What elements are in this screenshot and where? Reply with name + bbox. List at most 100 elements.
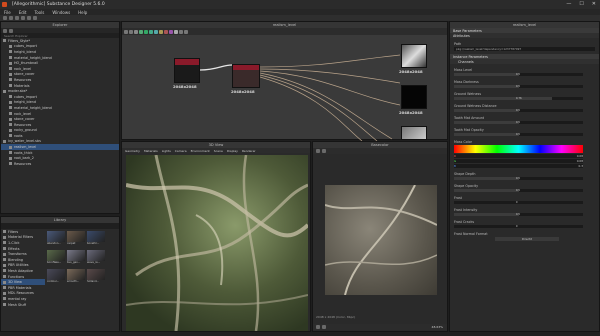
param-slider[interactable]: 0.76 xyxy=(454,97,583,100)
new-icon[interactable] xyxy=(3,16,7,20)
library-thumbnail[interactable]: holland... xyxy=(87,269,105,286)
graph-tool-icon[interactable] xyxy=(149,29,153,34)
fit-icon[interactable] xyxy=(316,149,320,153)
menu-windows[interactable]: Windows xyxy=(52,10,70,15)
slider-value[interactable]: 0.5 xyxy=(516,85,520,88)
graph-tool-icon[interactable] xyxy=(179,29,183,34)
graph-tool-icon[interactable] xyxy=(124,29,128,34)
graph-tool-icon[interactable] xyxy=(139,29,143,34)
param-slider[interactable]: 0.5 xyxy=(454,85,583,88)
param-label: Ground Wetness xyxy=(454,92,482,96)
slider-value[interactable]: 0.5 xyxy=(516,177,520,180)
param-slider[interactable]: 0.5 xyxy=(454,73,583,76)
save-all-icon[interactable] xyxy=(21,16,25,20)
param-slider[interactable]: 0 xyxy=(454,225,583,228)
slider-fill xyxy=(454,133,519,136)
color-r-value[interactable]: 0.08 xyxy=(577,154,583,158)
library-category[interactable]: Mesh Stuff xyxy=(1,302,45,308)
param-slider[interactable]: 0.5 xyxy=(454,109,583,112)
library-thumbnail[interactable]: smooth... xyxy=(67,269,85,286)
menu-geometry[interactable]: Geometry xyxy=(125,149,140,153)
slider-value[interactable]: 0.5 xyxy=(516,109,520,112)
param-slider[interactable]: 0 xyxy=(454,201,583,204)
slider-value[interactable]: 0.5 xyxy=(516,133,520,136)
menu-display[interactable]: Display xyxy=(227,149,238,153)
slider-value[interactable]: 0.76 xyxy=(516,97,522,100)
library-thumbnail[interactable]: wave_re... xyxy=(87,250,105,267)
undo-icon[interactable] xyxy=(27,16,31,20)
graph-tool-icon[interactable] xyxy=(144,29,148,34)
graph-icon xyxy=(9,151,12,155)
3d-viewport[interactable] xyxy=(125,154,310,331)
path-field[interactable]: pkg://realism_level?dependency=123778709… xyxy=(454,47,595,51)
param-slider[interactable]: 0.5 xyxy=(454,133,583,136)
param-slider[interactable]: 0.5 xyxy=(454,213,583,216)
graph-node-output-normal[interactable] xyxy=(401,85,427,109)
graph-icon xyxy=(9,50,12,54)
graph-tool-icon[interactable] xyxy=(129,29,133,34)
graph-tool-icon[interactable] xyxy=(154,29,158,34)
open-package-icon[interactable] xyxy=(9,28,13,33)
library-thumbnail[interactable]: carpet xyxy=(67,231,85,248)
zoom-level[interactable]: 48.63% xyxy=(432,325,443,329)
slider-value[interactable]: 0.5 xyxy=(516,121,520,124)
new-package-icon[interactable] xyxy=(3,28,7,33)
open-icon[interactable] xyxy=(9,16,13,20)
redo-icon[interactable] xyxy=(33,16,37,20)
package-icon xyxy=(3,139,6,143)
graph-tool-icon[interactable] xyxy=(169,29,173,34)
param-slider[interactable]: 0.5 xyxy=(454,177,583,180)
maximize-button[interactable]: ☐ xyxy=(579,1,583,7)
moss-color-picker[interactable] xyxy=(454,145,583,153)
graph-tool-icon[interactable] xyxy=(134,29,138,34)
menu-tools[interactable]: Tools xyxy=(34,10,44,15)
save-icon[interactable] xyxy=(15,16,19,20)
graph-node-realism[interactable] xyxy=(232,64,260,88)
menu-environment[interactable]: Environment xyxy=(191,149,210,153)
slider-value[interactable]: 0 xyxy=(516,201,518,204)
graph-node-output-height[interactable] xyxy=(401,126,427,140)
library-thumbnail[interactable]: bonefor... xyxy=(87,231,105,248)
library-category-label: Effects xyxy=(8,246,20,251)
channels-icon[interactable] xyxy=(322,149,326,153)
menu-file[interactable]: File xyxy=(4,10,11,15)
2d-viewport[interactable] xyxy=(313,155,447,313)
color-b-value[interactable]: 0.3 xyxy=(579,164,583,168)
attributes-section[interactable]: Attributes xyxy=(450,33,599,38)
graph-node-output-basecolor[interactable] xyxy=(401,44,427,68)
explorer-item[interactable]: Resources xyxy=(1,161,119,167)
slider-value[interactable]: 0.5 xyxy=(516,213,520,216)
library-thumbnail[interactable]: bus_gen... xyxy=(67,250,85,267)
display-mode-icon[interactable] xyxy=(316,325,320,329)
library-thumbnail[interactable]: borofless... xyxy=(47,250,65,267)
slider-value[interactable]: 0.5 xyxy=(516,189,520,192)
param-label: Tooth Mat Amount xyxy=(454,116,485,120)
graph-tool-icon[interactable] xyxy=(159,29,163,34)
param-label: Moss Darkness xyxy=(454,80,479,84)
menu-renderer[interactable]: Renderer xyxy=(242,149,256,153)
param-slider[interactable]: 0.5 xyxy=(454,189,583,192)
slider-value[interactable]: 0.5 xyxy=(516,73,520,76)
menu-edit[interactable]: Edit xyxy=(19,10,27,15)
graph-tool-icon[interactable] xyxy=(164,29,168,34)
menu-materials[interactable]: Materials xyxy=(144,149,158,153)
2d-view-bottom-bar: 48.63% xyxy=(313,324,447,330)
graph-node-input[interactable] xyxy=(174,58,200,83)
menu-camera[interactable]: Camera xyxy=(175,149,187,153)
frost-normal-dropdown[interactable]: DirectX xyxy=(495,237,559,241)
slider-value[interactable]: 0 xyxy=(516,225,518,228)
param-slider[interactable]: 0.5 xyxy=(454,121,583,124)
library-thumbnail[interactable]: abandon... xyxy=(47,231,65,248)
close-button[interactable]: ✕ xyxy=(592,1,596,7)
minimize-button[interactable]: — xyxy=(566,1,571,7)
menu-lights[interactable]: Lights xyxy=(162,149,171,153)
color-g-value[interactable]: 0.08 xyxy=(577,159,583,163)
library-category-label: PBR Utilities xyxy=(8,263,29,268)
menu-scene[interactable]: Scene xyxy=(214,149,223,153)
graph-tool-icon[interactable] xyxy=(184,29,188,34)
channels-group[interactable]: Channels xyxy=(450,59,599,64)
tiling-icon[interactable] xyxy=(322,325,326,329)
menu-help[interactable]: Help xyxy=(78,10,87,15)
library-thumbnail[interactable]: contour... xyxy=(47,269,65,286)
graph-tool-icon[interactable] xyxy=(174,29,178,34)
